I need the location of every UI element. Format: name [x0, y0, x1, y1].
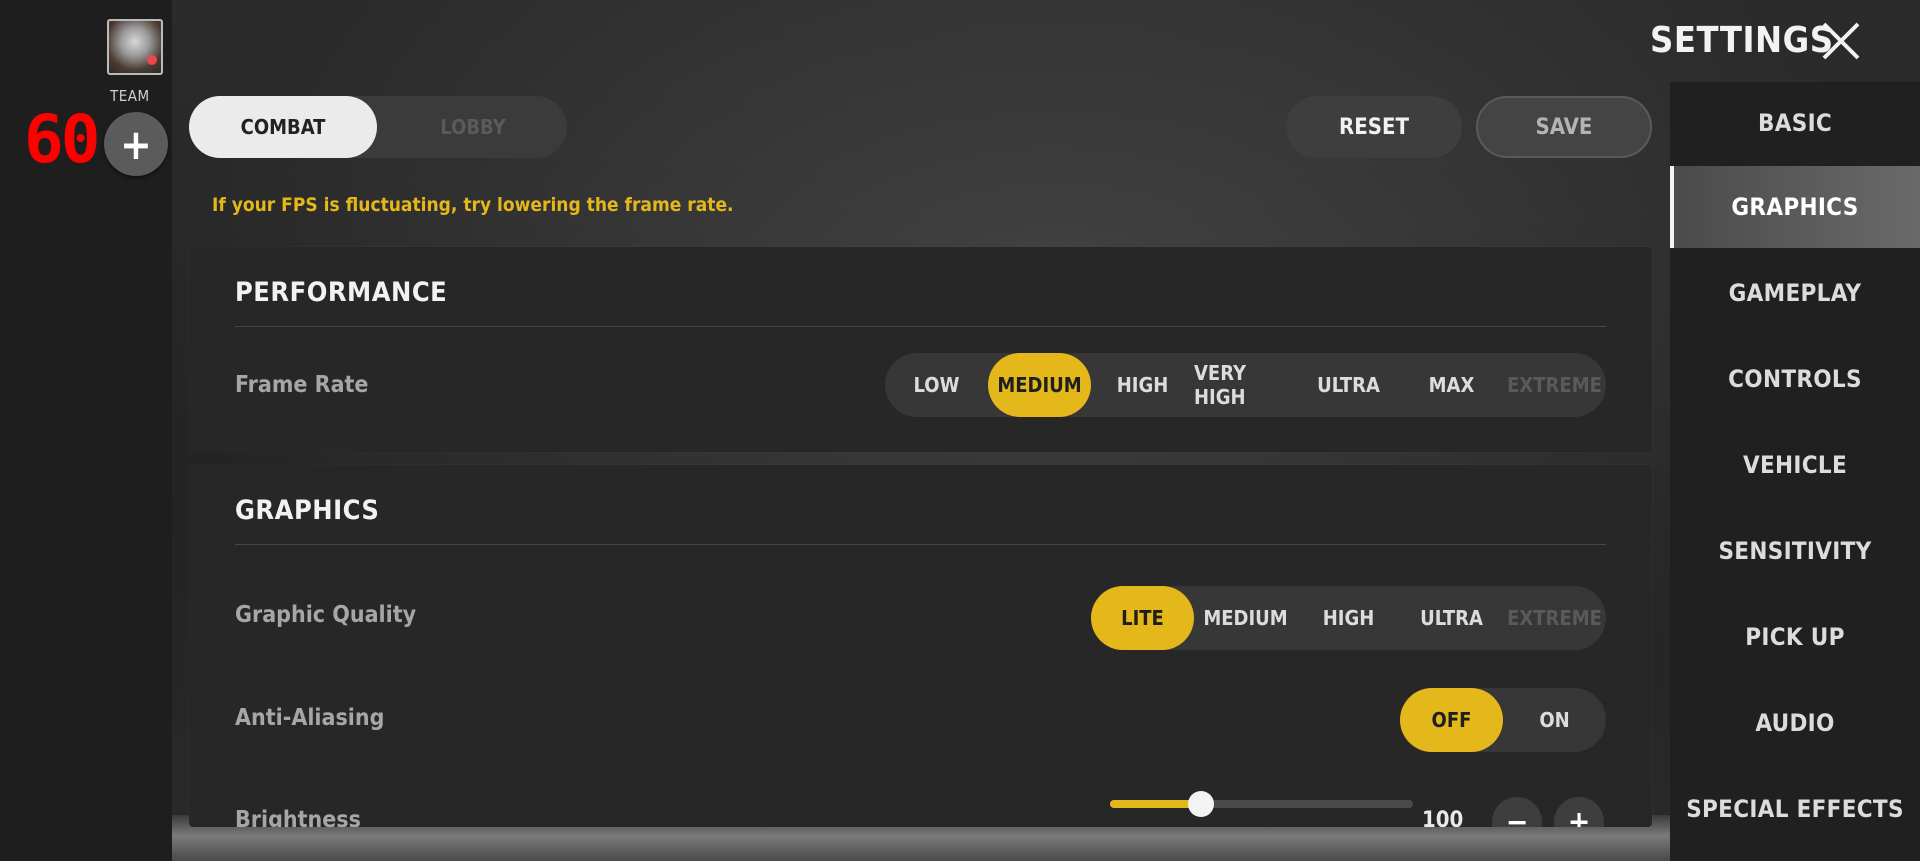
brightness-value: 100 [1422, 808, 1464, 827]
anti-aliasing-label: Anti-Aliasing [235, 705, 385, 731]
graphic-quality-label: Graphic Quality [235, 602, 417, 628]
fps-hint-text: If your FPS is fluctuating, try lowering… [212, 194, 734, 216]
plus-icon: + [1567, 804, 1591, 828]
minus-icon: − [1505, 804, 1529, 828]
close-icon [1822, 22, 1860, 60]
performance-title: PERFORMANCE [235, 277, 448, 308]
tab-lobby[interactable]: LOBBY [379, 96, 567, 158]
brightness-increase-button[interactable]: + [1554, 797, 1604, 827]
graphics-title: GRAPHICS [235, 495, 380, 526]
tab-combat[interactable]: COMBAT [189, 96, 377, 158]
divider [235, 544, 1606, 545]
left-strip: TEAM 60 + [0, 0, 172, 861]
close-button[interactable] [1820, 20, 1862, 62]
brightness-label: Brightness [235, 807, 361, 827]
mode-tab-switch: COMBAT LOBBY [189, 96, 567, 158]
sidebar-item-gameplay[interactable]: GAMEPLAY [1670, 252, 1920, 334]
frame-rate-option-extreme[interactable]: EXTREME [1503, 353, 1606, 417]
frame-rate-option-low[interactable]: LOW [885, 353, 988, 417]
notification-dot-icon [147, 55, 157, 65]
graphic-quality-option-extreme[interactable]: EXTREME [1503, 586, 1606, 650]
brightness-slider-handle[interactable] [1188, 791, 1214, 817]
divider [235, 326, 1606, 327]
sidebar-item-graphics[interactable]: GRAPHICS [1670, 166, 1920, 248]
sidebar-item-pick-up[interactable]: PICK UP [1670, 596, 1920, 678]
settings-sidebar: BASIC GRAPHICS GAMEPLAY CONTROLS VEHICLE… [1670, 82, 1920, 861]
anti-aliasing-options: OFF ON [1400, 688, 1606, 752]
sidebar-item-vehicle[interactable]: VEHICLE [1670, 424, 1920, 506]
sidebar-item-audio[interactable]: AUDIO [1670, 682, 1920, 764]
save-button[interactable]: SAVE [1476, 96, 1652, 158]
sidebar-item-controls[interactable]: CONTROLS [1670, 338, 1920, 420]
add-team-button[interactable]: + [104, 112, 168, 176]
performance-panel: PERFORMANCE Frame Rate LOW MEDIUM HIGH V… [189, 247, 1652, 452]
frame-rate-option-high[interactable]: HIGH [1091, 353, 1194, 417]
graphic-quality-option-lite[interactable]: LITE [1091, 586, 1194, 650]
graphic-quality-option-ultra[interactable]: ULTRA [1400, 586, 1503, 650]
anti-aliasing-option-on[interactable]: ON [1503, 688, 1606, 752]
graphic-quality-option-medium[interactable]: MEDIUM [1194, 586, 1297, 650]
graphic-quality-options: LITE MEDIUM HIGH ULTRA EXTREME [1091, 586, 1606, 650]
page-title: SETTINGS [1650, 20, 1834, 61]
frame-rate-option-medium[interactable]: MEDIUM [988, 353, 1091, 417]
sidebar-item-special-effects[interactable]: SPECIAL EFFECTS [1670, 768, 1920, 850]
frame-rate-option-max[interactable]: MAX [1400, 353, 1503, 417]
frame-rate-label: Frame Rate [235, 372, 369, 398]
sidebar-item-sensitivity[interactable]: SENSITIVITY [1670, 510, 1920, 592]
fps-counter: 60 [24, 101, 101, 178]
frame-rate-options: LOW MEDIUM HIGH VERY HIGH ULTRA MAX EXTR… [885, 353, 1606, 417]
reset-button[interactable]: RESET [1286, 96, 1462, 158]
team-label: TEAM [110, 87, 150, 105]
sidebar-item-basic[interactable]: BASIC [1670, 82, 1920, 164]
graphics-panel: GRAPHICS Graphic Quality LITE MEDIUM HIG… [189, 465, 1652, 827]
frame-rate-option-very-high[interactable]: VERY HIGH [1194, 353, 1297, 417]
anti-aliasing-option-off[interactable]: OFF [1400, 688, 1503, 752]
plus-icon: + [120, 119, 152, 169]
frame-rate-option-ultra[interactable]: ULTRA [1297, 353, 1400, 417]
brightness-decrease-button[interactable]: − [1492, 797, 1542, 827]
graphic-quality-option-high[interactable]: HIGH [1297, 586, 1400, 650]
player-avatar[interactable] [107, 19, 163, 75]
brightness-slider[interactable] [1110, 791, 1413, 817]
